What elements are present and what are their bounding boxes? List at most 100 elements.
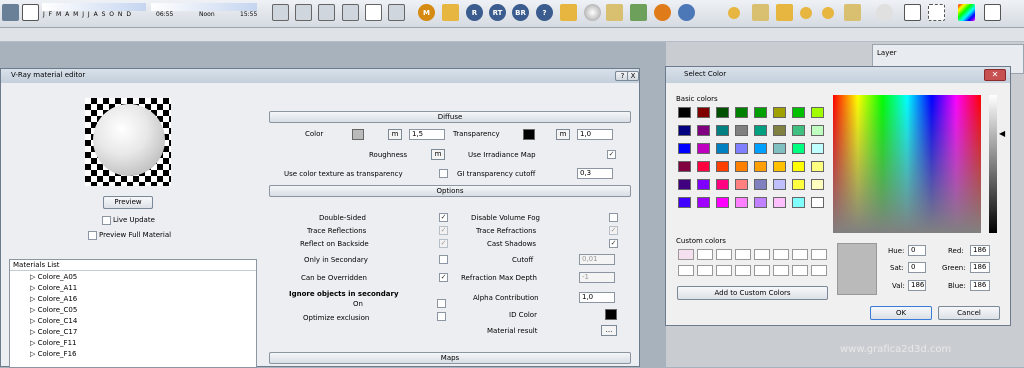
close-button[interactable]: X xyxy=(627,71,639,81)
basic-color-swatch[interactable] xyxy=(811,197,824,208)
use-color-texture-checkbox[interactable] xyxy=(439,169,448,178)
dome-light-icon[interactable] xyxy=(800,7,812,19)
custom-color-swatch[interactable] xyxy=(735,265,751,276)
basic-color-swatch[interactable] xyxy=(678,179,691,190)
basic-color-swatch[interactable] xyxy=(735,197,748,208)
material-editor-icon[interactable]: M xyxy=(418,4,435,21)
maps-header[interactable]: Maps xyxy=(269,352,631,364)
preview-button[interactable]: Preview xyxy=(103,196,153,209)
basic-color-swatch[interactable] xyxy=(697,197,710,208)
basic-color-swatch[interactable] xyxy=(754,197,767,208)
front-view-icon[interactable] xyxy=(318,4,335,21)
basic-color-swatch[interactable] xyxy=(735,161,748,172)
month-slider[interactable] xyxy=(42,3,146,11)
luminance-slider[interactable] xyxy=(989,95,997,233)
custom-color-swatch[interactable] xyxy=(735,249,751,260)
transparency-map-button[interactable]: m xyxy=(556,129,570,140)
list-item[interactable]: ▷ Colore_A11 xyxy=(30,284,77,292)
target-icon[interactable] xyxy=(654,4,671,21)
optimize-exclusion-checkbox[interactable] xyxy=(437,312,446,321)
red-input[interactable]: 186 xyxy=(970,245,990,256)
list-item[interactable]: ▷ Colore_C05 xyxy=(30,306,77,314)
list-item[interactable]: ▷ Colore_A05 xyxy=(30,273,77,281)
basic-color-swatch[interactable] xyxy=(678,125,691,136)
basic-color-swatch[interactable] xyxy=(773,161,786,172)
right-view-icon[interactable] xyxy=(342,4,359,21)
batch-render-icon[interactable]: BR xyxy=(512,4,529,21)
basic-color-swatch[interactable] xyxy=(773,179,786,190)
dimension-icon[interactable] xyxy=(984,4,1001,21)
basic-color-swatch[interactable] xyxy=(792,197,805,208)
custom-color-swatch[interactable] xyxy=(697,265,713,276)
basic-color-swatch[interactable] xyxy=(697,107,710,118)
flag-icon[interactable] xyxy=(776,4,793,21)
basic-color-swatch[interactable] xyxy=(773,107,786,118)
basic-color-swatch[interactable] xyxy=(773,143,786,154)
rt-render-icon[interactable]: RT xyxy=(489,4,506,21)
basic-color-swatch[interactable] xyxy=(697,125,710,136)
basic-color-swatch[interactable] xyxy=(792,143,805,154)
material-result-button[interactable]: ... xyxy=(601,325,617,336)
list-item[interactable]: ▷ Colore_A16 xyxy=(30,295,77,303)
val-input[interactable]: 186 xyxy=(908,280,926,291)
basic-color-swatch[interactable] xyxy=(792,107,805,118)
proxy-icon[interactable] xyxy=(630,4,647,21)
custom-color-swatch[interactable] xyxy=(811,249,827,260)
basic-color-swatch[interactable] xyxy=(811,125,824,136)
basic-color-swatch[interactable] xyxy=(697,161,710,172)
custom-color-swatch[interactable] xyxy=(697,249,713,260)
live-update-checkbox[interactable] xyxy=(102,216,111,225)
iso-view-icon[interactable] xyxy=(272,4,289,21)
cast-shadows-checkbox[interactable]: ✓ xyxy=(609,239,618,248)
render-icon[interactable]: R xyxy=(466,4,483,21)
custom-color-swatch[interactable] xyxy=(792,265,808,276)
basic-color-swatch[interactable] xyxy=(678,143,691,154)
basic-color-swatch[interactable] xyxy=(697,179,710,190)
refraction-max-depth-input[interactable]: -1 xyxy=(579,272,615,283)
gi-cutoff-input[interactable]: 0,3 xyxy=(577,168,613,179)
basic-color-swatch[interactable] xyxy=(697,143,710,154)
basic-color-swatch[interactable] xyxy=(754,161,767,172)
custom-color-swatch[interactable] xyxy=(792,249,808,260)
eraser-icon[interactable] xyxy=(22,4,39,21)
top-view-icon[interactable] xyxy=(295,4,312,21)
id-color-swatch[interactable] xyxy=(605,309,617,320)
double-sided-checkbox[interactable]: ✓ xyxy=(439,213,448,222)
luminance-arrow-icon[interactable]: ◀ xyxy=(999,129,1005,138)
custom-color-swatch[interactable] xyxy=(716,249,732,260)
sphere-light-icon[interactable] xyxy=(822,7,834,19)
alpha-contribution-input[interactable]: 1,0 xyxy=(579,292,615,303)
green-input[interactable]: 186 xyxy=(970,262,990,273)
only-secondary-checkbox[interactable] xyxy=(439,255,448,264)
reflect-backside-checkbox[interactable]: ✓ xyxy=(439,239,448,248)
basic-color-swatch[interactable] xyxy=(678,107,691,118)
basic-color-swatch[interactable] xyxy=(811,179,824,190)
spot-light-icon[interactable] xyxy=(752,4,769,21)
help-icon[interactable]: ? xyxy=(536,4,553,21)
custom-color-swatch[interactable] xyxy=(773,249,789,260)
basic-color-swatch[interactable] xyxy=(754,179,767,190)
basic-color-swatch[interactable] xyxy=(678,197,691,208)
sun-icon[interactable] xyxy=(2,4,19,21)
basic-color-swatch[interactable] xyxy=(735,143,748,154)
diffuse-header[interactable]: Diffuse xyxy=(269,111,631,123)
color-swatch[interactable] xyxy=(352,129,364,140)
preview-full-checkbox[interactable] xyxy=(88,231,97,240)
basic-color-swatch[interactable] xyxy=(716,125,729,136)
camera-icon[interactable] xyxy=(876,4,893,21)
transparency-swatch[interactable] xyxy=(523,129,535,140)
back-view-icon[interactable] xyxy=(365,4,382,21)
basic-color-swatch[interactable] xyxy=(754,107,767,118)
color-map-button[interactable]: m xyxy=(388,129,402,140)
trace-reflections-checkbox[interactable]: ✓ xyxy=(439,226,448,235)
basic-color-swatch[interactable] xyxy=(735,125,748,136)
basic-color-swatch[interactable] xyxy=(678,161,691,172)
light-icon[interactable] xyxy=(728,7,740,19)
color-spectrum[interactable] xyxy=(833,95,981,233)
basic-color-swatch[interactable] xyxy=(792,161,805,172)
custom-color-swatch[interactable] xyxy=(811,265,827,276)
disable-volume-fog-checkbox[interactable] xyxy=(609,213,618,222)
custom-color-swatch[interactable] xyxy=(773,265,789,276)
select-icon[interactable] xyxy=(928,4,945,21)
add-custom-colors-button[interactable]: Add to Custom Colors xyxy=(677,286,828,300)
